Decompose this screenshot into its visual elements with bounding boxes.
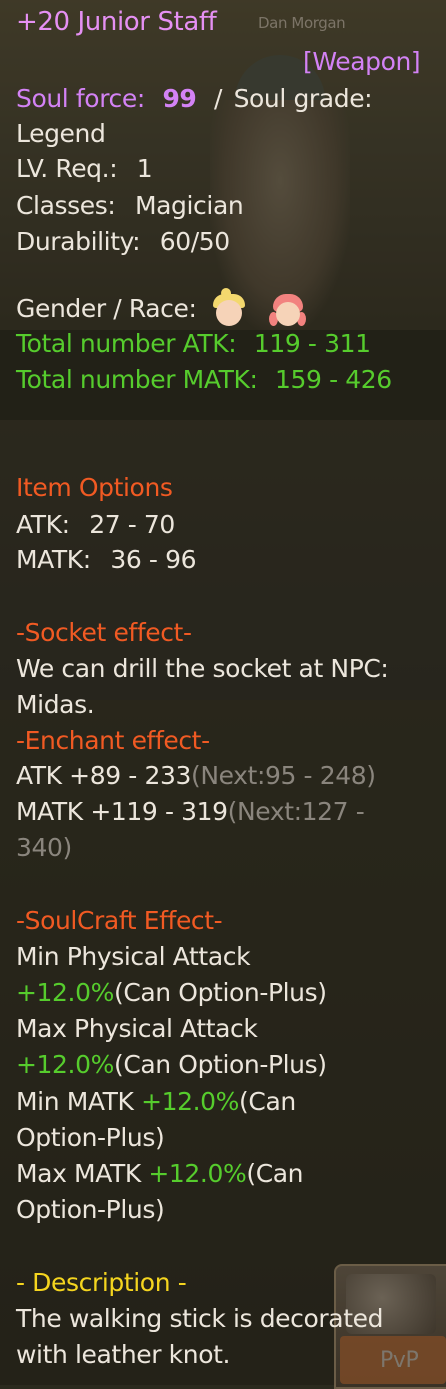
classes-value: Magician	[134, 191, 244, 220]
total-atk-row: Total number ATK: 119 - 311	[16, 327, 371, 361]
total-atk-label: Total number ATK:	[16, 329, 237, 358]
durability-row: Durability: 60/50	[16, 225, 230, 259]
socket-effect-text-2: Midas.	[16, 690, 95, 719]
soulcraft-effect-1-bonus: +12.0%	[16, 978, 114, 1007]
female-character-icon	[268, 292, 306, 328]
total-matk-row: Total number MATK: 159 - 426	[16, 363, 392, 397]
separator: /	[213, 84, 223, 113]
soulcraft-effect-4-name: Max MATK	[16, 1159, 141, 1188]
total-matk-label: Total number MATK:	[16, 365, 258, 394]
soul-force-value: 99	[162, 84, 197, 113]
option-matk-value: 36 - 96	[110, 545, 197, 574]
item-type: [Weapon]	[303, 47, 421, 76]
socket-effect-header: -Socket effect-	[16, 618, 192, 647]
male-character-icon	[212, 288, 246, 328]
option-atk-label: ATK:	[16, 510, 70, 539]
soulcraft-effect-header: -SoulCraft Effect-	[16, 906, 223, 935]
enchant-matk-text: MATK +119 - 319	[16, 797, 228, 826]
gender-race-label: Gender / Race:	[16, 294, 197, 323]
soulcraft-effect-4-note: (Can	[246, 1159, 304, 1188]
description-text-1: The walking stick is decorated	[16, 1304, 384, 1333]
enchant-matk-next-cont: 340)	[16, 833, 72, 862]
classes-label: Classes:	[16, 191, 116, 220]
soul-force-row: Soul force: 99 / Soul grade:	[16, 82, 373, 116]
enchant-atk-next: (Next:95 - 248)	[190, 761, 376, 790]
soulcraft-effect-2-note: (Can Option-Plus)	[113, 1050, 327, 1079]
gender-race-row: Gender / Race:	[16, 288, 306, 328]
description-text-2: with leather knot.	[16, 1340, 231, 1369]
soulcraft-effect-3-name: Min MATK	[16, 1087, 134, 1116]
socket-effect-text-1: We can drill the socket at NPC:	[16, 654, 389, 683]
option-matk-row: MATK: 36 - 96	[16, 543, 197, 577]
lv-req-label: LV. Req.:	[16, 154, 118, 183]
soulcraft-effect-1-row: +12.0%(Can Option-Plus)	[16, 976, 327, 1010]
soulcraft-effect-2-bonus: +12.0%	[16, 1050, 114, 1079]
soulcraft-effect-2-row: +12.0%(Can Option-Plus)	[16, 1048, 327, 1082]
durability-label: Durability:	[16, 227, 141, 256]
option-matk-label: MATK:	[16, 545, 91, 574]
durability-value: 60/50	[159, 227, 230, 256]
soulcraft-effect-4-row: Max MATK +12.0%(Can	[16, 1157, 304, 1191]
total-atk-value: 119 - 311	[253, 329, 371, 358]
npc-name-label: Dan Morgan	[258, 14, 346, 32]
soulcraft-effect-1-note: (Can Option-Plus)	[113, 978, 327, 1007]
soulcraft-effect-4-note-cont: Option-Plus)	[16, 1195, 165, 1224]
soulcraft-effect-1-name: Min Physical Attack	[16, 942, 251, 971]
classes-row: Classes: Magician	[16, 189, 244, 223]
soulcraft-effect-3-bonus: +12.0%	[141, 1087, 240, 1116]
soulcraft-effect-3-note-cont: Option-Plus)	[16, 1123, 165, 1152]
enchant-matk-next: (Next:127 -	[227, 797, 365, 826]
item-name: +20 Junior Staff	[16, 7, 217, 37]
item-options-header: Item Options	[16, 473, 173, 502]
option-atk-row: ATK: 27 - 70	[16, 508, 175, 542]
description-header: - Description -	[16, 1268, 187, 1297]
enchant-matk-row: MATK +119 - 319(Next:127 -	[16, 795, 365, 829]
pvp-button-label: PvP	[380, 1348, 419, 1373]
soulcraft-effect-3-note: (Can	[239, 1087, 296, 1116]
enchant-atk-text: ATK +89 - 233	[16, 761, 191, 790]
soulcraft-effect-3-row: Min MATK +12.0%(Can	[16, 1085, 296, 1119]
soulcraft-effect-4-bonus: +12.0%	[148, 1159, 247, 1188]
soul-force-label: Soul force:	[16, 84, 145, 113]
soul-grade-value: Legend	[16, 119, 106, 148]
soul-grade-label: Soul grade:	[233, 84, 373, 113]
soulcraft-effect-2-name: Max Physical Attack	[16, 1014, 258, 1043]
total-matk-value: 159 - 426	[275, 365, 392, 394]
enchant-atk-row: ATK +89 - 233(Next:95 - 248)	[16, 759, 376, 793]
lv-req-row: LV. Req.: 1	[16, 152, 153, 186]
enchant-effect-header: -Enchant effect-	[16, 726, 210, 755]
lv-req-value: 1	[136, 154, 153, 183]
option-atk-value: 27 - 70	[89, 510, 175, 539]
